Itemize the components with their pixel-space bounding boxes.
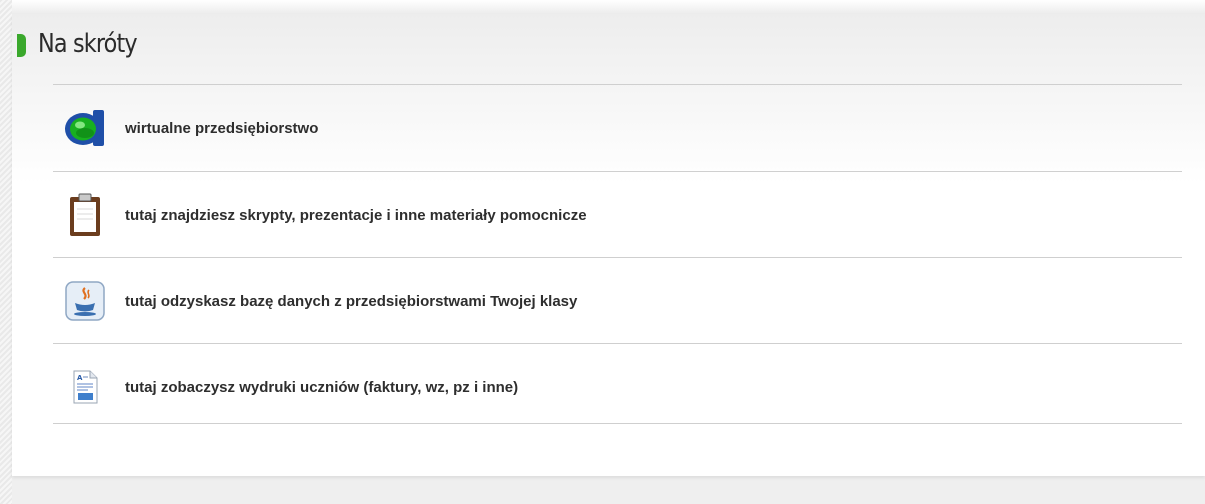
top-shadow <box>0 0 1205 14</box>
java-icon <box>63 279 107 323</box>
shortcut-label[interactable]: tutaj znajdziesz skrypty, prezentacje i … <box>125 207 587 224</box>
shortcut-label[interactable]: tutaj odzyskasz bazę danych z przedsiębi… <box>125 293 577 310</box>
shortcut-materials[interactable]: tutaj znajdziesz skrypty, prezentacje i … <box>53 172 1182 258</box>
shortcut-label[interactable]: tutaj zobaczysz wydruki uczniów (faktury… <box>125 379 518 396</box>
divider <box>53 423 1182 424</box>
shortcut-virtual-company[interactable]: wirtualne przedsiębiorstwo <box>53 85 1182 171</box>
left-stripe <box>0 0 12 504</box>
document-printout-icon: A <box>63 365 107 409</box>
section-title: Na skróty <box>38 29 138 59</box>
virtual-company-logo-icon <box>63 106 107 150</box>
shortcut-label[interactable]: wirtualne przedsiębiorstwo <box>125 120 318 137</box>
shortcut-database-recovery[interactable]: tutaj odzyskasz bazę danych z przedsiębi… <box>53 258 1182 344</box>
shortcut-student-printouts[interactable]: A tutaj zobaczysz wydruki uczniów (faktu… <box>53 344 1182 430</box>
svg-text:A: A <box>77 374 83 382</box>
shortcuts-panel: Na skróty wirtualne przedsiębiorstwo tut… <box>12 14 1205 476</box>
section-marker <box>17 34 26 57</box>
clipboard-icon <box>63 193 107 237</box>
